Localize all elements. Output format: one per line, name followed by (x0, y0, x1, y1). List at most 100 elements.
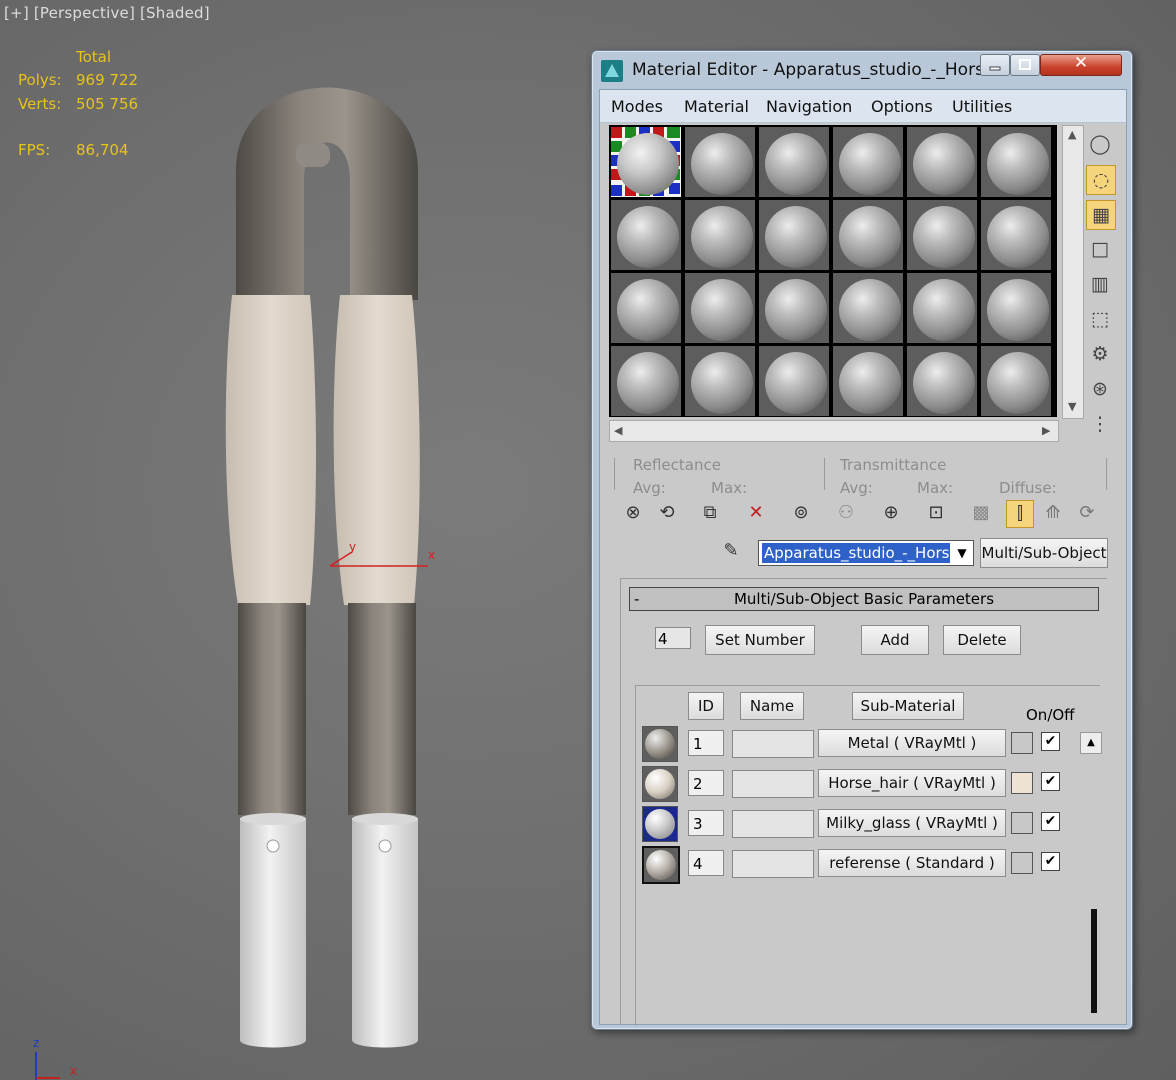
material-type-button[interactable]: Multi/Sub-Object (980, 538, 1108, 568)
make-material-copy-icon[interactable]: ⊚ (788, 500, 814, 526)
material-map-navigator-icon[interactable]: ⋮ (1086, 410, 1114, 438)
id-field[interactable]: 3 (688, 810, 724, 836)
put-to-library-icon[interactable]: ⊕ (878, 500, 904, 526)
go-forward-sibling-icon[interactable]: ⟳ (1074, 500, 1100, 526)
scroll-left-icon[interactable]: ◀ (614, 424, 622, 437)
show-end-result-icon[interactable]: ⫿ (1006, 500, 1034, 528)
video-color-check-icon[interactable]: ▥ (1086, 270, 1114, 298)
submaterial-button[interactable]: Metal ( VRayMtl ) (818, 729, 1006, 757)
pick-material-eyedropper-icon[interactable]: ✎ (718, 538, 744, 564)
menu-utilities[interactable]: Utilities (952, 97, 1012, 116)
sample-slot[interactable] (685, 200, 755, 270)
slot-horizontal-scrollbar[interactable]: ◀ ▶ (609, 420, 1059, 442)
maximize-button[interactable] (1010, 54, 1040, 76)
scroll-up-icon[interactable]: ▲ (1068, 128, 1076, 141)
sample-slot[interactable] (833, 200, 903, 270)
sample-slot[interactable] (759, 127, 829, 197)
sample-slot[interactable] (907, 127, 977, 197)
sample-slot[interactable] (833, 346, 903, 416)
sample-slot[interactable] (759, 346, 829, 416)
id-field[interactable]: 1 (688, 730, 724, 756)
material-id-channel-icon[interactable]: ⊡ (923, 500, 949, 526)
sample-slot[interactable] (611, 200, 681, 270)
reset-map-icon[interactable]: ✕ (743, 500, 769, 526)
list-scrollbar[interactable] (1091, 909, 1097, 1013)
backlight-icon[interactable]: ◌ (1086, 165, 1116, 195)
sort-by-name-button[interactable]: Name (740, 692, 804, 720)
collapse-icon[interactable]: - (634, 588, 639, 610)
sort-by-submaterial-button[interactable]: Sub-Material (852, 692, 964, 720)
on-off-checkbox[interactable]: ✔ (1041, 852, 1060, 871)
color-swatch[interactable] (1011, 852, 1033, 874)
material-count-field[interactable]: 4 (655, 627, 691, 649)
color-swatch[interactable] (1011, 732, 1033, 754)
sample-slot[interactable] (759, 273, 829, 343)
name-field[interactable] (732, 810, 814, 838)
submaterial-button[interactable]: referense ( Standard ) (818, 849, 1006, 877)
menu-options[interactable]: Options (871, 97, 933, 116)
options-icon[interactable]: ⚙ (1086, 340, 1114, 368)
sample-slot[interactable] (981, 346, 1051, 416)
sample-slot[interactable] (685, 127, 755, 197)
select-by-material-icon[interactable]: ⊛ (1086, 375, 1114, 403)
sample-slot[interactable] (981, 200, 1051, 270)
close-button[interactable]: ✕ (1040, 53, 1122, 76)
make-preview-icon[interactable]: ⬚ (1086, 305, 1114, 333)
sample-slot[interactable] (685, 346, 755, 416)
minimize-button[interactable] (980, 54, 1010, 76)
go-to-parent-icon[interactable]: ⟰ (1040, 500, 1066, 526)
submaterial-button[interactable]: Milky_glass ( VRayMtl ) (818, 809, 1006, 837)
menu-navigation[interactable]: Navigation (766, 97, 852, 116)
assign-material-icon[interactable]: ⧉ (697, 500, 723, 526)
sample-slot[interactable] (833, 273, 903, 343)
submaterial-thumbnail[interactable] (642, 766, 678, 802)
on-off-checkbox[interactable]: ✔ (1041, 772, 1060, 791)
on-off-checkbox[interactable]: ✔ (1041, 812, 1060, 831)
slot-vertical-scrollbar[interactable]: ▲ ▼ (1062, 125, 1084, 419)
put-material-to-scene-icon[interactable]: ⟲ (654, 500, 680, 526)
name-field[interactable] (732, 770, 814, 798)
make-unique-icon[interactable]: ⚇ (833, 500, 859, 526)
pommel-handles-model[interactable] (0, 0, 590, 1080)
name-field[interactable] (732, 850, 814, 878)
name-field[interactable] (732, 730, 814, 758)
on-off-checkbox[interactable]: ✔ (1041, 732, 1060, 751)
sort-by-id-button[interactable]: ID (688, 692, 724, 720)
submaterial-thumbnail[interactable] (642, 806, 678, 842)
sample-type-sphere-icon[interactable]: ◯ (1086, 130, 1114, 158)
background-checker-icon[interactable]: ▦ (1086, 200, 1116, 230)
scroll-right-icon[interactable]: ▶ (1042, 424, 1050, 437)
sample-slot[interactable] (833, 127, 903, 197)
chevron-down-icon[interactable]: ▼ (951, 541, 973, 565)
sample-slot[interactable] (981, 127, 1051, 197)
id-field[interactable]: 2 (688, 770, 724, 796)
scroll-down-icon[interactable]: ▼ (1068, 400, 1076, 413)
rollout-header[interactable]: - Multi/Sub-Object Basic Parameters (629, 587, 1099, 611)
sample-slot[interactable] (611, 346, 681, 416)
menu-modes[interactable]: Modes (611, 97, 663, 116)
set-number-button[interactable]: Set Number (705, 625, 815, 655)
sample-slot[interactable] (907, 346, 977, 416)
color-swatch[interactable] (1011, 812, 1033, 834)
show-shaded-material-icon[interactable]: ▩ (968, 500, 994, 526)
title-bar[interactable]: Material Editor - Apparatus_studio_-_Hor… (592, 51, 1132, 89)
submaterial-button[interactable]: Horse_hair ( VRayMtl ) (818, 769, 1006, 797)
sample-slot[interactable] (907, 273, 977, 343)
sample-slot[interactable] (685, 273, 755, 343)
material-editor-window[interactable]: Material Editor - Apparatus_studio_-_Hor… (591, 50, 1133, 1030)
delete-button[interactable]: Delete (943, 625, 1021, 655)
submaterial-thumbnail[interactable] (642, 846, 680, 884)
sample-slot[interactable] (611, 127, 681, 197)
sample-slot-grid[interactable] (609, 125, 1057, 417)
sample-slot[interactable] (907, 200, 977, 270)
id-field[interactable]: 4 (688, 850, 724, 876)
sample-slot[interactable] (759, 200, 829, 270)
get-material-icon[interactable]: ⊗ (620, 500, 646, 526)
menu-material[interactable]: Material (684, 97, 749, 116)
submaterial-thumbnail[interactable] (642, 726, 678, 762)
sample-slot[interactable] (611, 273, 681, 343)
color-swatch[interactable] (1011, 772, 1033, 794)
material-name-combobox[interactable]: Apparatus_studio_-_Horse ▼ (758, 540, 974, 566)
material-name-value[interactable]: Apparatus_studio_-_Horse (762, 543, 950, 563)
sample-uv-tiling-icon[interactable]: □ (1086, 235, 1114, 263)
